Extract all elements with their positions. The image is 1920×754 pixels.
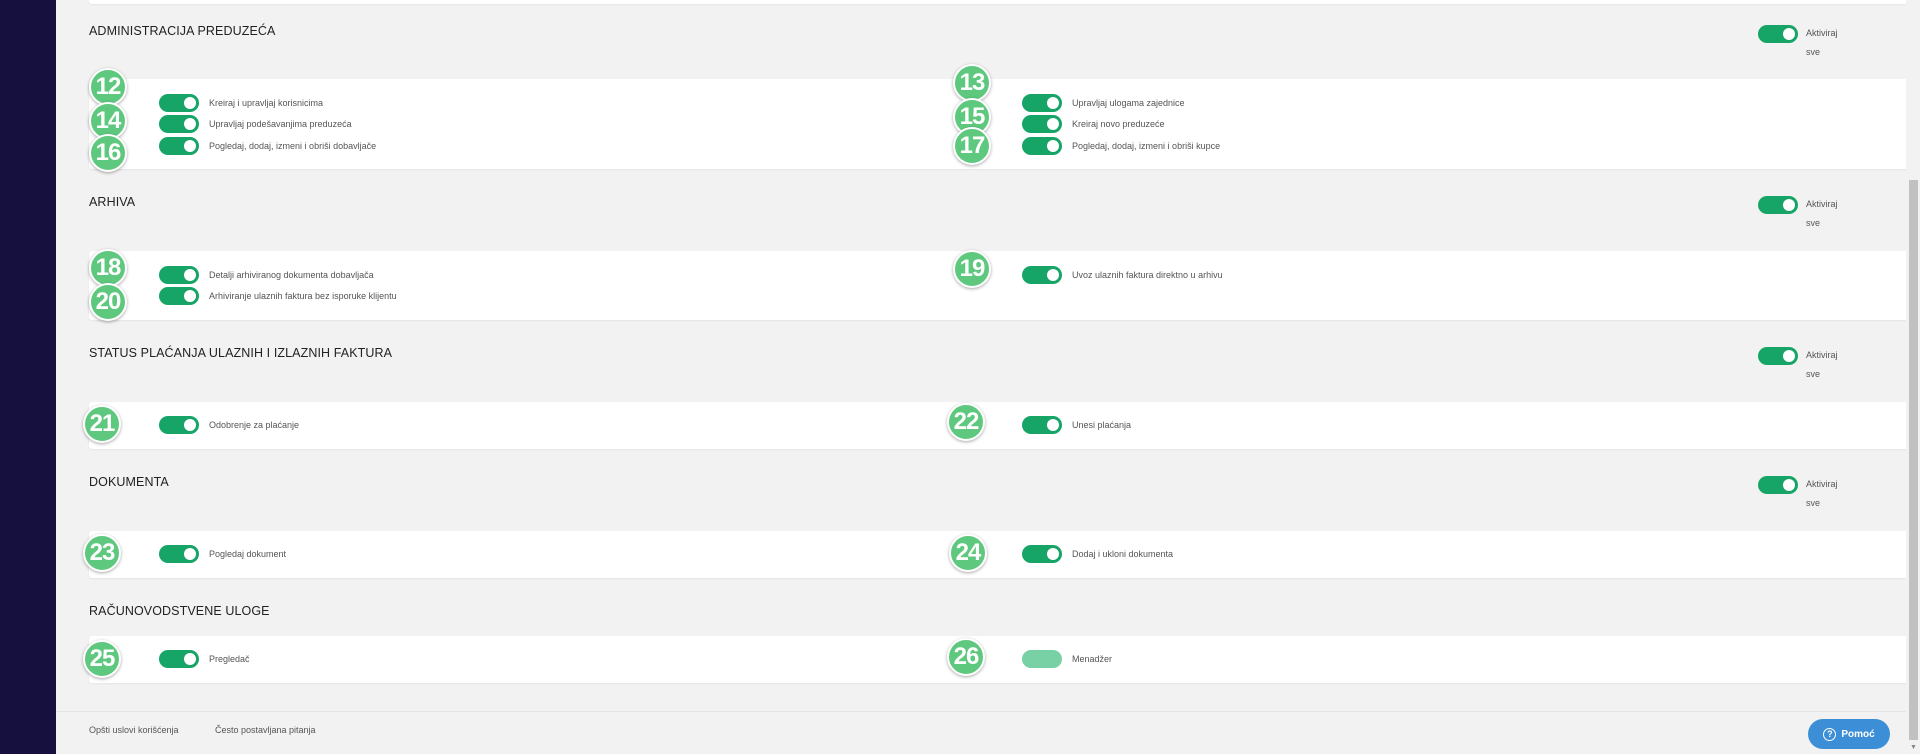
toggle-community-roles[interactable] [1022,94,1062,112]
permissions-card-administracija: Kreiraj i upravljaj korisnicima Upravlja… [89,79,1916,169]
label-enter-payments: Unesi plaćanja [1072,420,1132,430]
toggle-manager-role[interactable] [1022,650,1062,668]
toggle-company-settings[interactable] [159,115,199,133]
previous-card-edge [89,0,1916,4]
help-button[interactable]: ? Pomoć [1808,719,1890,749]
activate-all-toggle-arhiva[interactable] [1758,196,1798,214]
scrollbar-thumb[interactable] [1909,180,1918,740]
toggle-archive-without-delivery[interactable] [159,287,199,305]
section-title-racunovodstvene-uloge: RAČUNOVODSTVENE ULOGE [89,604,270,618]
number-badge: 22 [947,403,985,441]
terms-link[interactable]: Opšti uslovi korišćenja [89,725,179,735]
label-view-document: Pogledaj dokument [209,549,287,559]
toggle-import-to-archive[interactable] [1022,266,1062,284]
label-manager-role: Menadžer [1072,654,1113,664]
number-badge: 26 [947,638,985,676]
label-create-company: Kreiraj novo preduzeće [1072,119,1165,129]
number-badge: 16 [89,134,127,172]
label-import-to-archive: Uvoz ulaznih faktura direktno u arhivu [1072,270,1223,280]
toggle-view-document[interactable] [159,545,199,563]
label-community-roles: Upravljaj ulogama zajednice [1072,98,1185,108]
activate-all-label-dokumenta: Aktiviraj sve [1806,479,1838,508]
help-button-label: Pomoć [1841,728,1875,740]
scroll-down-arrow-icon[interactable]: ▼ [1910,744,1917,751]
toggle-payment-approval[interactable] [159,416,199,434]
section-title-arhiva: ARHIVA [89,195,136,209]
number-badge: 21 [83,405,121,443]
number-badge: 20 [89,283,127,321]
label-company-settings: Upravljaj podešavanjima preduzeća [209,119,352,129]
activate-all-label-status-placanja: Aktiviraj sve [1806,350,1838,379]
toggle-manage-users[interactable] [159,94,199,112]
label-manage-customers: Pogledaj, dodaj, izmeni i obriši kupce [1072,141,1221,151]
toggle-add-remove-documents[interactable] [1022,545,1062,563]
permissions-card-racunovodstvene-uloge: Pregledač Menadžer [89,636,1916,683]
number-badge: 13 [953,64,991,102]
scrollbar[interactable]: ▼ [1906,0,1920,754]
number-badge: 24 [949,534,987,572]
number-badge: 12 [89,68,127,106]
number-badge: 18 [89,249,127,287]
toggle-manage-customers[interactable] [1022,137,1062,155]
label-viewer-role: Pregledač [209,654,250,664]
faq-link[interactable]: Često postavljana pitanja [215,725,316,735]
label-manage-users: Kreiraj i upravljaj korisnicima [209,98,324,108]
footer: Opšti uslovi korišćenja Često postavljan… [56,711,1916,754]
permissions-card-arhiva: Detalji arhiviranog dokumenta dobavljača… [89,251,1916,320]
activate-all-label-arhiva: Aktiviraj sve [1806,199,1838,228]
toggle-create-company[interactable] [1022,115,1062,133]
activate-all-label-administracija: Aktiviraj sve [1806,28,1838,57]
permissions-card-dokumenta: Pogledaj dokument Dodaj i ukloni dokumen… [89,531,1916,578]
label-archive-without-delivery: Arhiviranje ulaznih faktura bez isporuke… [209,291,397,301]
toggle-viewer-role[interactable] [159,650,199,668]
section-title-dokumenta: DOKUMENTA [89,475,169,489]
number-badge: 19 [953,250,991,288]
toggle-manage-suppliers[interactable] [159,137,199,155]
question-circle-icon: ? [1823,727,1837,741]
number-badge: 25 [83,640,121,678]
activate-all-toggle-administracija[interactable] [1758,25,1798,43]
activate-all-toggle-dokumenta[interactable] [1758,476,1798,494]
label-archived-doc-details: Detalji arhiviranog dokumenta dobavljača [209,270,374,280]
section-title-status-placanja: STATUS PLAĆANJA ULAZNIH I IZLAZNIH FAKTU… [89,346,393,360]
toggle-enter-payments[interactable] [1022,416,1062,434]
permissions-card-status-placanja: Odobrenje za plaćanje Unesi plaćanja [89,402,1916,449]
label-payment-approval: Odobrenje za plaćanje [209,420,300,430]
activate-all-toggle-status-placanja[interactable] [1758,347,1798,365]
section-title-administracija: ADMINISTRACIJA PREDUZEĆA [89,24,276,38]
label-add-remove-documents: Dodaj i ukloni dokumenta [1072,549,1174,559]
number-badge: 23 [83,534,121,572]
left-sidebar [0,0,56,754]
number-badge: 17 [953,127,991,165]
main-content: ADMINISTRACIJA PREDUZEĆA Aktiviraj sve K… [56,0,1916,754]
label-manage-suppliers: Pogledaj, dodaj, izmeni i obriši dobavlj… [209,141,377,151]
toggle-archived-doc-details[interactable] [159,266,199,284]
